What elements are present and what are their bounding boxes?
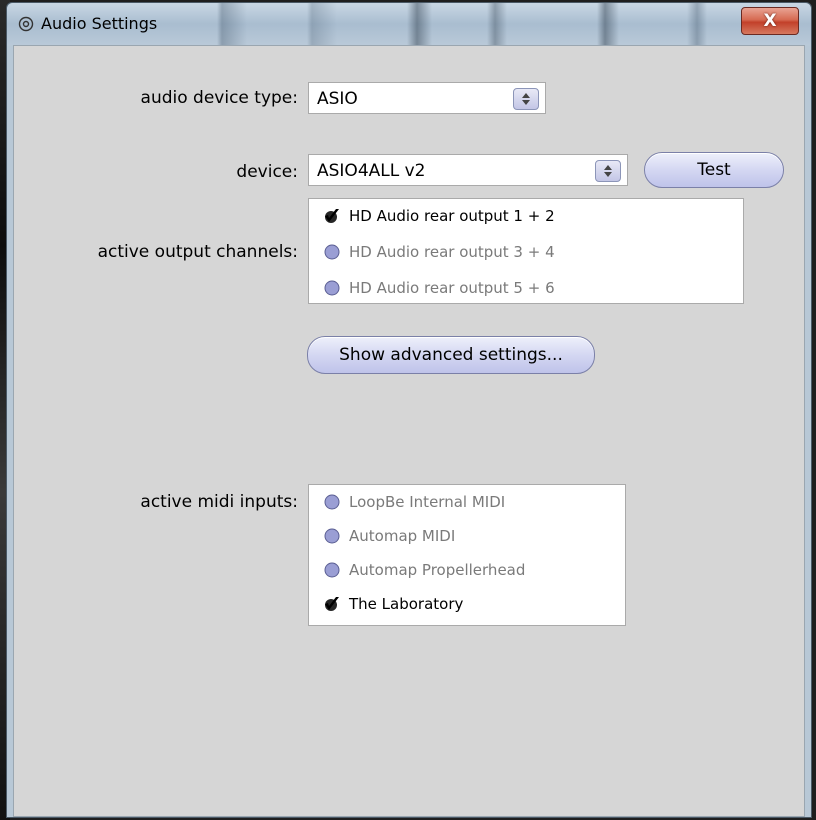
midi-inputs-label: active midi inputs: — [140, 492, 298, 512]
midi-input-toggle[interactable]: LoopBe Internal MIDI — [323, 489, 505, 515]
unchecked-toggle-icon — [323, 561, 341, 579]
audio-device-type-select[interactable]: ASIO — [308, 82, 546, 114]
title-bar[interactable]: Audio Settings X — [7, 3, 811, 45]
midi-input-toggle[interactable]: Automap Propellerhead — [323, 557, 525, 583]
output-channel-label: HD Audio rear output 5 + 6 — [349, 279, 555, 297]
unchecked-toggle-icon — [323, 279, 341, 297]
device-value: ASIO4ALL v2 — [317, 161, 426, 181]
audio-device-type-label: audio device type: — [140, 88, 298, 108]
app-icon — [17, 15, 35, 33]
audio-settings-window: Audio Settings X audio device type: ASIO… — [6, 2, 812, 818]
midi-input-label: Automap MIDI — [349, 527, 456, 545]
output-channel-toggle[interactable]: HD Audio rear output 1 + 2 — [323, 203, 555, 229]
checkmark-icon — [323, 595, 341, 613]
output-channel-label: HD Audio rear output 1 + 2 — [349, 207, 555, 225]
output-channel-label: HD Audio rear output 3 + 4 — [349, 243, 555, 261]
output-channel-toggle[interactable]: HD Audio rear output 3 + 4 — [323, 239, 555, 265]
device-label: device: — [236, 162, 298, 182]
unchecked-toggle-icon — [323, 493, 341, 511]
close-button[interactable]: X — [741, 7, 799, 35]
device-select[interactable]: ASIO4ALL v2 — [308, 154, 628, 186]
output-channel-toggle[interactable]: HD Audio rear output 5 + 6 — [323, 275, 555, 301]
midi-input-label: LoopBe Internal MIDI — [349, 493, 506, 511]
checkmark-icon — [323, 207, 341, 225]
midi-input-label: Automap Propellerhead — [349, 561, 526, 579]
close-icon: X — [763, 11, 777, 31]
output-channels-label: active output channels: — [97, 242, 298, 262]
unchecked-toggle-icon — [323, 243, 341, 261]
window-title: Audio Settings — [41, 14, 158, 33]
output-channels-list: HD Audio rear output 1 + 2 HD Audio rear … — [308, 198, 744, 304]
settings-panel: audio device type: ASIO device: ASIO4ALL… — [13, 45, 805, 817]
unchecked-toggle-icon — [323, 527, 341, 545]
midi-inputs-list: LoopBe Internal MIDI Automap MIDI Automap … — [308, 484, 626, 626]
midi-input-label: The Laboratory — [349, 595, 464, 613]
test-button[interactable]: Test — [644, 152, 784, 188]
select-arrows-icon — [595, 160, 621, 182]
select-arrows-icon — [513, 88, 539, 110]
audio-device-type-value: ASIO — [317, 89, 358, 109]
midi-input-toggle[interactable]: Automap MIDI — [323, 523, 455, 549]
show-advanced-settings-button[interactable]: Show advanced settings... — [307, 336, 595, 374]
midi-input-toggle[interactable]: The Laboratory — [323, 591, 463, 617]
